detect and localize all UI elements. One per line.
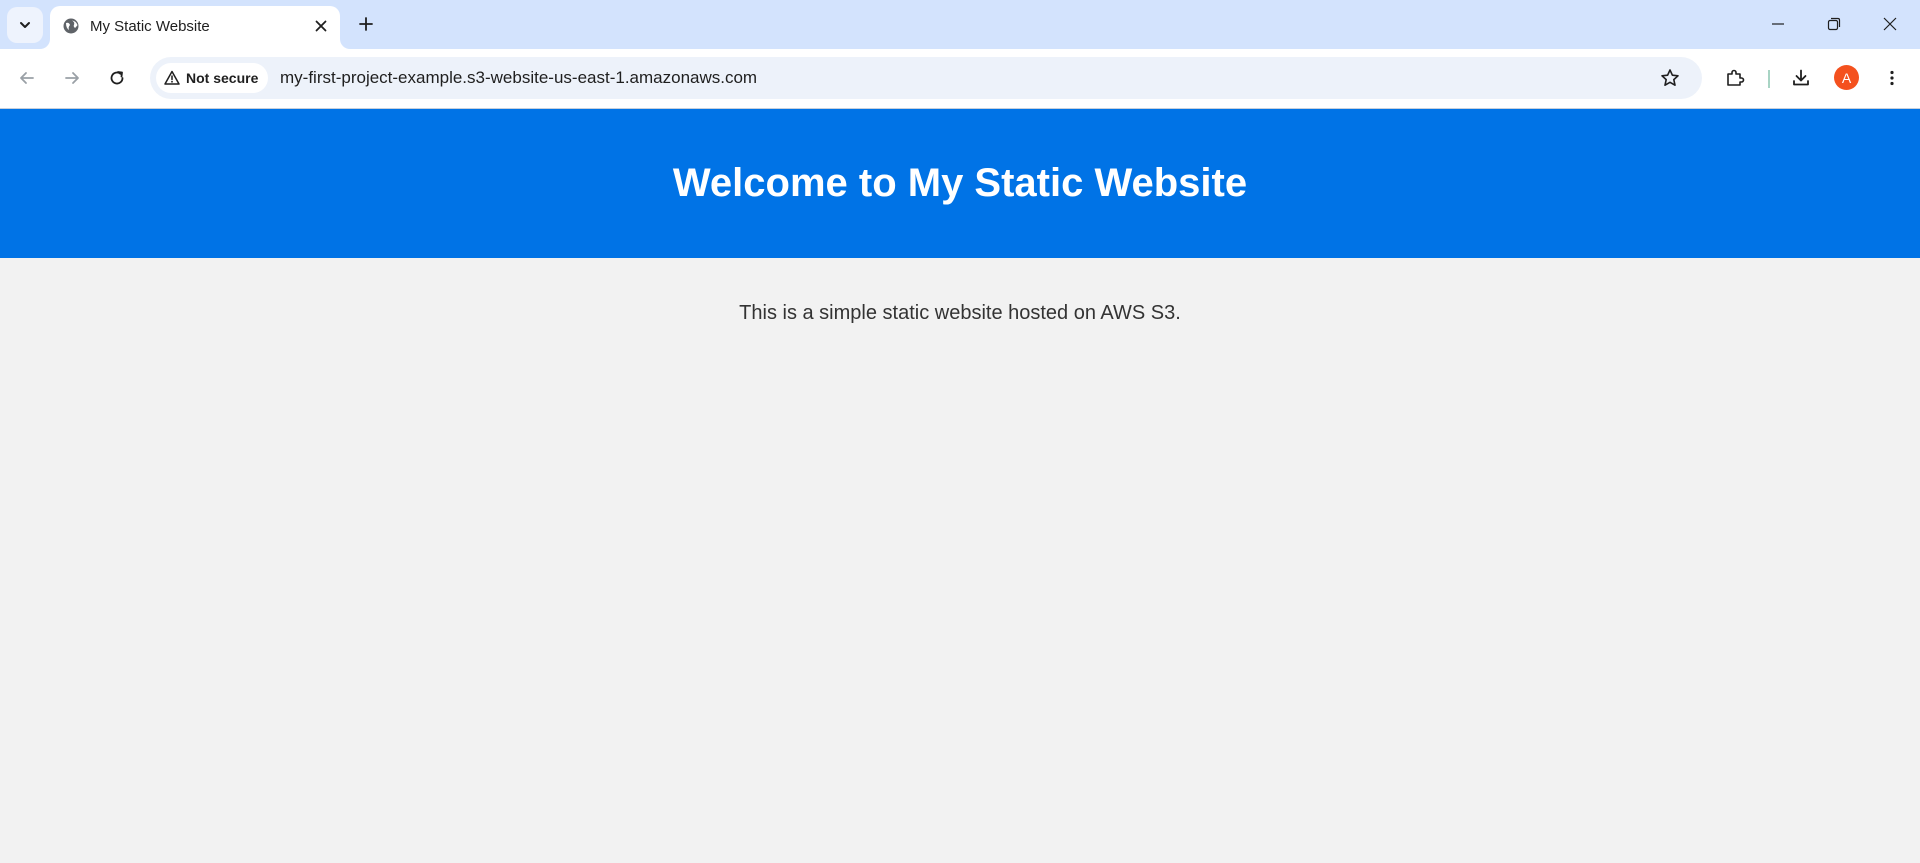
download-icon (1793, 69, 1809, 86)
tab-search-button[interactable] (7, 7, 43, 43)
warning-icon (164, 70, 180, 85)
puzzle-icon (1727, 69, 1745, 86)
security-chip[interactable]: Not secure (156, 63, 269, 93)
plus-icon (359, 17, 373, 31)
reload-icon (110, 71, 124, 85)
profile-avatar[interactable]: A (1834, 65, 1859, 90)
minimize-button[interactable] (1750, 0, 1806, 48)
browser-toolbar: Not secure my-first-project-example.s3-w… (0, 49, 1920, 109)
page-description: This is a simple static website hosted o… (739, 302, 1181, 324)
url-text[interactable]: my-first-project-example.s3-website-us-e… (280, 68, 757, 88)
page-body: This is a simple static website hosted o… (0, 258, 1920, 863)
new-tab-button[interactable] (352, 10, 380, 38)
page-header: Welcome to My Static Website (0, 109, 1920, 258)
globe-icon (62, 17, 80, 35)
tab-title: My Static Website (90, 18, 210, 35)
bookmark-button[interactable] (1656, 64, 1684, 92)
restore-button[interactable] (1806, 0, 1862, 48)
minimize-icon (1772, 23, 1784, 25)
reload-button[interactable] (99, 60, 135, 96)
close-window-button[interactable] (1862, 0, 1918, 48)
security-label: Not secure (186, 70, 259, 86)
tab-strip: My Static Website (0, 0, 1920, 49)
chevron-down-icon (20, 22, 30, 28)
close-icon (315, 20, 327, 32)
arrow-right-icon (65, 72, 79, 84)
page-title: Welcome to My Static Website (672, 161, 1248, 205)
back-button[interactable] (9, 60, 45, 96)
menu-button[interactable] (1874, 60, 1910, 96)
toolbar-divider (1768, 70, 1770, 88)
arrow-left-icon (20, 72, 34, 84)
browser-tab[interactable]: My Static Website (50, 6, 340, 49)
address-bar[interactable]: Not secure my-first-project-example.s3-w… (150, 57, 1702, 99)
forward-button[interactable] (54, 60, 90, 96)
close-tab-button[interactable] (311, 16, 331, 36)
restore-icon (1827, 17, 1841, 31)
close-icon (1883, 17, 1897, 31)
downloads-button[interactable] (1783, 60, 1819, 96)
more-vert-icon (1890, 70, 1894, 86)
extensions-button[interactable] (1717, 60, 1753, 96)
star-icon (1661, 69, 1679, 86)
